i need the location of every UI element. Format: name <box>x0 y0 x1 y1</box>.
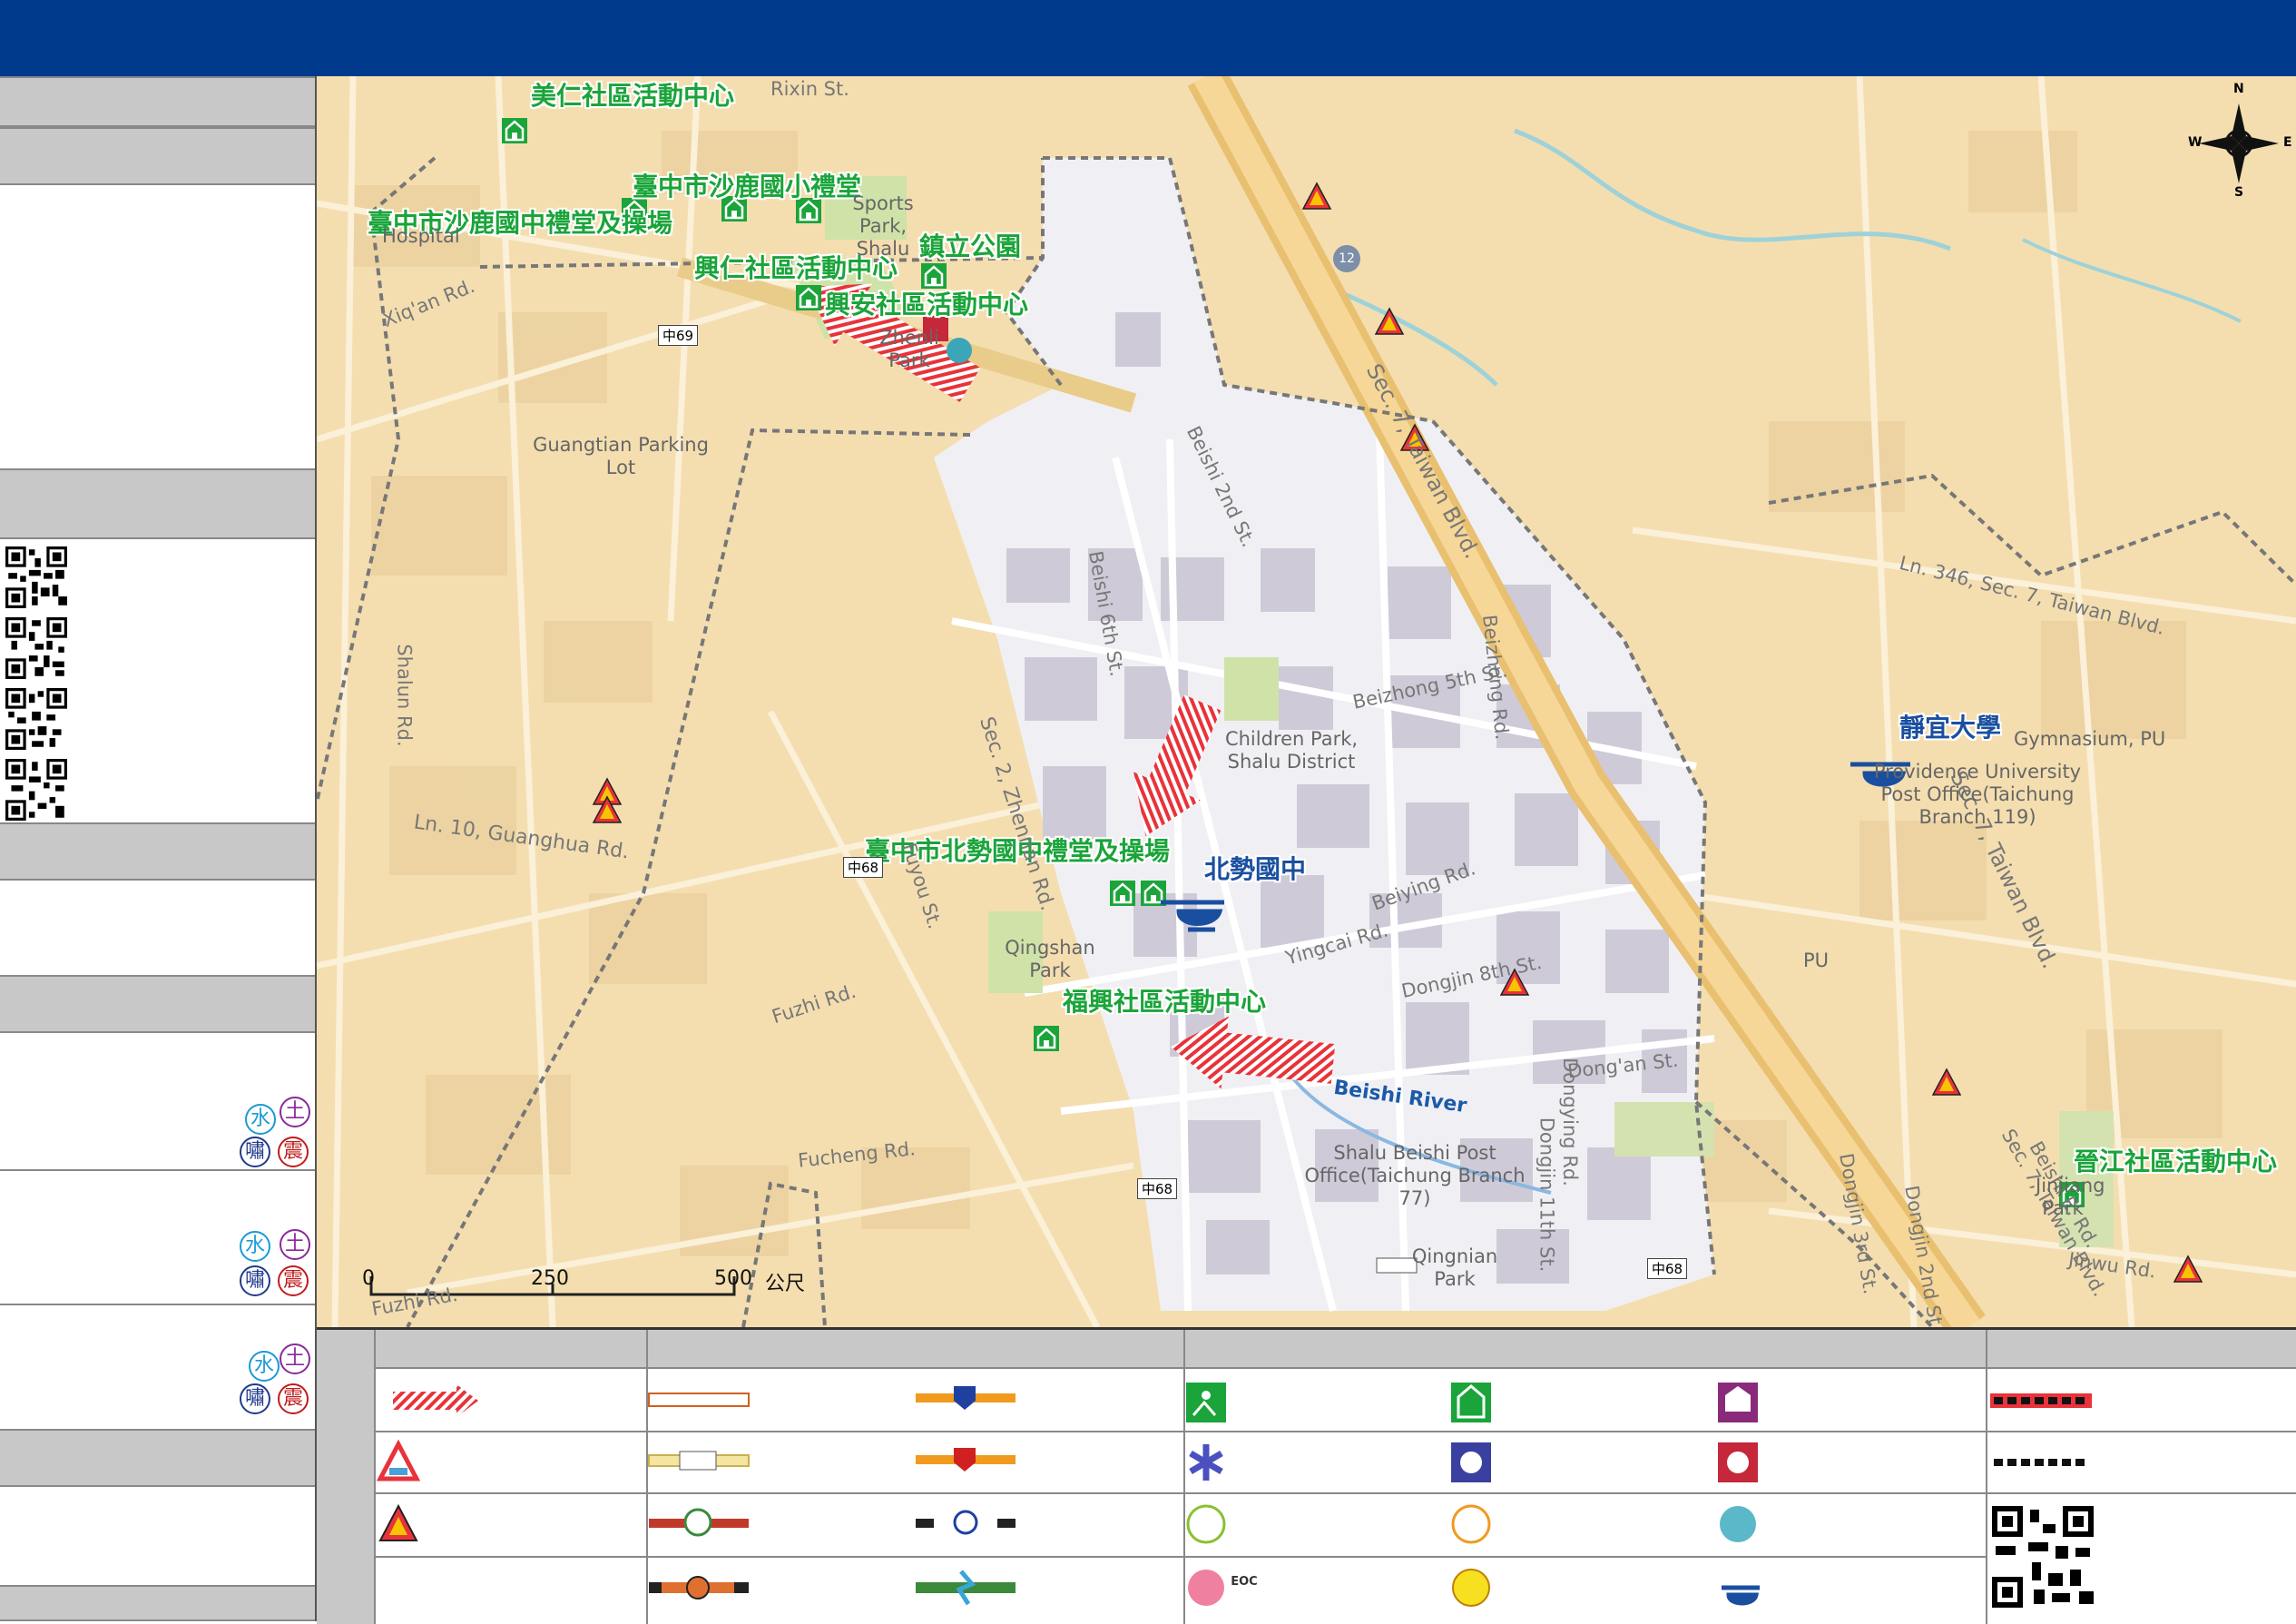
place-label: Children Park, Shalu District <box>1224 728 1359 773</box>
facility-label[interactable]: 臺中市沙鹿國小禮堂 <box>633 167 861 203</box>
place-label: Qingnian Park <box>1411 1245 1498 1290</box>
earthquake-hazard-badge: 震 <box>278 1383 309 1414</box>
road-shield: 中69 <box>658 325 699 346</box>
sidebar-divider <box>0 1304 315 1305</box>
scale-tick-0: 0 <box>362 1267 375 1290</box>
sidebar-band-5 <box>0 975 315 1033</box>
eoc-icon: EOC <box>1231 1575 1258 1589</box>
facility-label[interactable]: 北勢國中 <box>1204 850 1306 886</box>
road-label: Rixin St. <box>770 78 849 100</box>
landslide-hazard-badge: 土 <box>280 1097 310 1127</box>
place-label: Gymnasium, PU <box>2014 728 2166 750</box>
flood-hazard-badge: 水 <box>240 1231 270 1262</box>
scale-tick-250: 250 <box>531 1267 569 1290</box>
earthquake-hazard-badge: 震 <box>278 1265 309 1296</box>
flood-warning-symbol <box>376 1439 421 1481</box>
facility-label[interactable]: 晉江社區活動中心 <box>2074 1142 2277 1178</box>
map-panel[interactable]: N S E W 美仁社區活動中心 臺中市沙鹿國小禮堂 臺中市沙鹿國中禮堂及操場 … <box>317 76 2296 1327</box>
road-line-symbols <box>648 1386 1016 1606</box>
sidebar-divider <box>0 1169 315 1171</box>
facility-label[interactable]: 福興社區活動中心 <box>1063 982 1266 1019</box>
qr-code-icon <box>1992 1506 2094 1608</box>
sidebar-band-7 <box>0 1585 315 1621</box>
compass-w: W <box>2188 135 2203 150</box>
landslide-hazard-badge: 土 <box>280 1229 310 1260</box>
place-label: PU <box>1803 950 1830 971</box>
sidebar-band-3 <box>0 468 315 539</box>
evacuation-route-symbol <box>393 1384 478 1417</box>
sidebar-band-4 <box>0 822 315 881</box>
place-label: Jinjiang Park <box>2036 1175 2105 1219</box>
place-label: Zhenli Park <box>879 327 939 371</box>
qr-code-icon[interactable] <box>5 759 67 821</box>
facility-label[interactable]: 靜宜大學 <box>1899 708 2001 744</box>
tsunami-hazard-badge: 嘯 <box>240 1383 270 1414</box>
legend-panel: EOC <box>317 1327 2296 1624</box>
place-label: Shalu Beishi Post Office(Taichung Branch… <box>1304 1142 1526 1209</box>
place-label: Sports Park, Shalu <box>852 192 914 260</box>
road-shield: 中68 <box>1647 1258 1688 1279</box>
road-label: Shalun Rd. <box>393 644 416 747</box>
title-bar <box>0 0 2296 76</box>
earthquake-hazard-badge: 震 <box>278 1137 309 1167</box>
place-label: Providence University Post Office(Taichu… <box>1873 761 2082 828</box>
road-shield: 中68 <box>843 857 884 878</box>
compass-s: S <box>2234 185 2244 200</box>
scale-unit: 公尺 <box>765 1273 806 1295</box>
place-label: Qingshan Park <box>1005 937 1095 981</box>
facility-label[interactable]: 興安社區活動中心 <box>825 285 1028 321</box>
facility-label[interactable]: 鎮立公園 <box>919 227 1021 263</box>
road-shield: 中68 <box>1137 1178 1178 1199</box>
sidebar-band-6 <box>0 1429 315 1487</box>
tsunami-hazard-badge: 嘯 <box>240 1265 270 1296</box>
compass-e: E <box>2283 135 2292 150</box>
sidebar-panel: 土 水 嘯 震 土 水 嘯 震 土 水 嘯 震 <box>0 76 317 1621</box>
qr-code-icon[interactable] <box>5 617 67 679</box>
sidebar-band-1 <box>0 76 315 127</box>
landslide-warning-symbol <box>378 1503 418 1541</box>
qr-code-icon[interactable] <box>5 546 67 608</box>
sidebar-band-2 <box>0 127 315 185</box>
legend-grid <box>317 1330 2296 1624</box>
compass-n: N <box>2233 82 2244 96</box>
place-label: Hospital <box>382 225 460 247</box>
tsunami-hazard-badge: 嘯 <box>240 1137 270 1167</box>
boundary-line-symbols <box>1990 1393 2092 1466</box>
facility-label[interactable]: 美仁社區活動中心 <box>531 76 734 113</box>
landslide-hazard-badge: 土 <box>280 1343 310 1374</box>
qr-code-icon[interactable] <box>5 688 67 750</box>
flood-hazard-badge: 水 <box>245 1104 276 1135</box>
scale-tick-500: 500 <box>714 1267 752 1290</box>
road-label: Dongying Rd. <box>1558 1058 1581 1186</box>
flood-hazard-badge: 水 <box>249 1351 280 1382</box>
place-label: Guangtian Parking Lot <box>533 434 709 478</box>
highway-shield: 12 <box>1333 245 1360 272</box>
